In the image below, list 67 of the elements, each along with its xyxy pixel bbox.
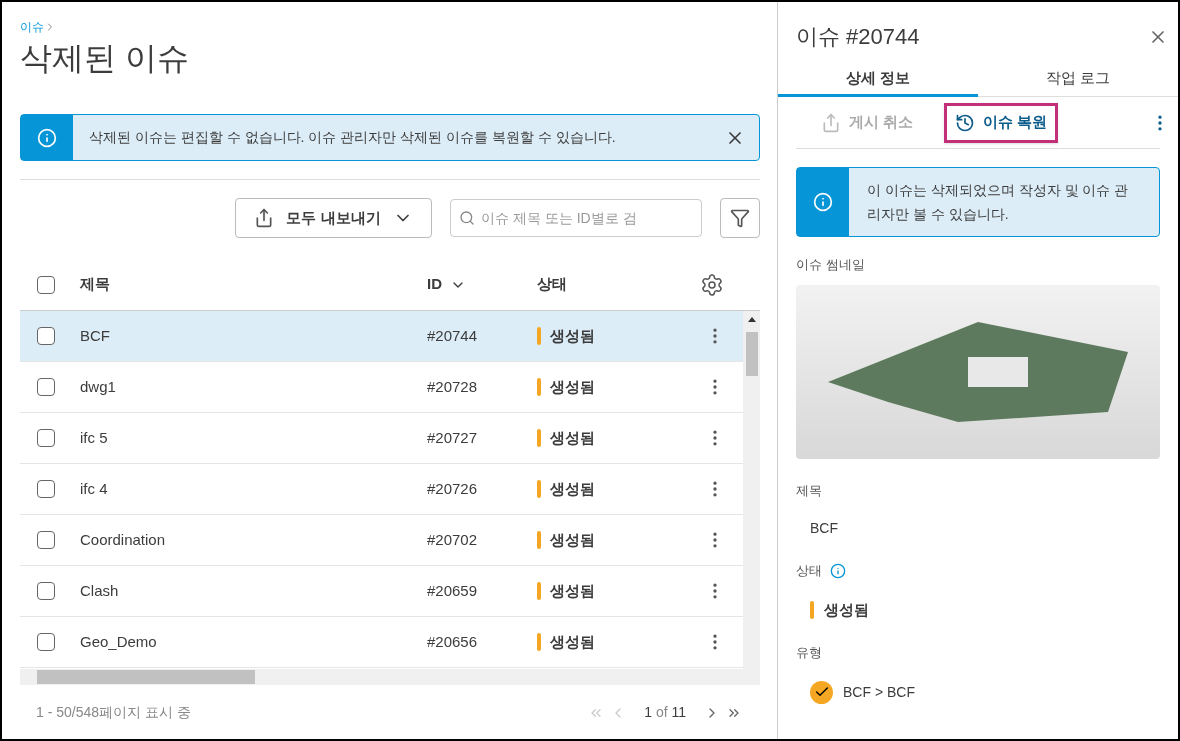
field-label: 상태 (796, 562, 822, 580)
field-value: 생성됨 (824, 599, 869, 620)
scrollbar-thumb[interactable] (37, 670, 255, 684)
info-message: 삭제된 이슈는 편집할 수 없습니다. 이슈 관리자만 삭제된 이슈를 복원할 수 있습니다. (88, 128, 617, 147)
table-cell-text: BCF (80, 325, 111, 346)
table-cell-text: Geo_Demo (80, 631, 158, 652)
export-all-button[interactable]: 모두 내보내기 (235, 198, 432, 238)
row-checkbox[interactable] (37, 429, 55, 447)
row-checkbox[interactable] (37, 633, 55, 651)
filter-button[interactable] (720, 198, 760, 238)
info-icon[interactable] (830, 562, 846, 579)
status-label: 생성됨 (550, 529, 595, 550)
status-label: 생성됨 (550, 580, 595, 601)
field-value: BCF > BCF (843, 682, 915, 702)
table-cell-text: #20728 (427, 376, 479, 397)
page-summary: 1 - 50/548페이지 표시 중 (35, 703, 191, 722)
row-checkbox[interactable] (37, 531, 55, 549)
breadcrumb-link[interactable]: 이슈 (20, 18, 44, 36)
page-title: 삭제된 이슈 (20, 39, 190, 78)
field-value: BCF (810, 519, 838, 538)
field-label: 유형 (796, 644, 822, 662)
header-checkbox[interactable] (37, 275, 55, 294)
table-cell-text: #20726 (427, 478, 479, 499)
row-checkbox[interactable] (37, 378, 55, 396)
status-label: 생성됨 (550, 478, 595, 499)
vertical-scrollbar[interactable] (743, 311, 760, 669)
panel-title: 이슈 #20744 (796, 23, 920, 51)
table-cell-text: #20727 (427, 427, 479, 448)
status-label: 생성됨 (550, 325, 595, 346)
tab[interactable]: 작업 로그 (978, 63, 1178, 97)
table-cell-text: #20659 (427, 580, 479, 601)
scroll-up-arrow-icon[interactable] (747, 317, 756, 322)
table-cell-text: ifc 4 (80, 478, 109, 499)
column-header[interactable]: ID (427, 273, 466, 296)
column-header[interactable]: 제목 (80, 273, 110, 296)
filter-icon (730, 208, 750, 228)
status-label: 생성됨 (550, 427, 595, 448)
info-icon (813, 192, 833, 212)
settings-icon[interactable] (700, 272, 724, 297)
column-header[interactable]: 상태 (537, 273, 567, 296)
search-icon (459, 210, 475, 226)
table-cell-text: ifc 5 (80, 427, 109, 448)
info-icon (37, 127, 57, 148)
table-cell-text: #20702 (427, 529, 479, 550)
table-row[interactable]: BCF #20744 생성됨 (20, 311, 743, 362)
horizontal-scrollbar[interactable] (20, 669, 760, 685)
field-label: 제목 (796, 481, 822, 500)
table-cell-text: Coordination (80, 529, 167, 550)
status-label: 생성됨 (550, 631, 595, 652)
scrollbar-thumb[interactable] (745, 332, 758, 376)
status-label: 생성됨 (550, 376, 595, 397)
thumbnail-label: 이슈 썸네일 (796, 256, 866, 274)
restore-button[interactable]: 이슈 복원 (944, 102, 1059, 143)
row-checkbox[interactable] (37, 327, 55, 345)
tab[interactable]: 상세 정보 (778, 63, 978, 97)
info-message: 이 이슈는 삭제되었으며 작성자 및 이슈 관리자만 볼 수 있습니다. (866, 181, 1130, 224)
row-checkbox[interactable] (37, 582, 55, 600)
table-cell-text: #20656 (427, 631, 479, 652)
table-cell-text: dwg1 (80, 376, 117, 397)
table-cell-text: Clash (80, 580, 120, 601)
page-indicator: 1 of 11 (644, 703, 686, 722)
search-field[interactable]: 이슈 제목 또는 ID별로 검 (450, 199, 702, 237)
share-icon (821, 112, 841, 133)
table-cell-text: #20744 (427, 325, 479, 346)
share-icon (254, 208, 275, 228)
row-checkbox[interactable] (37, 480, 55, 498)
history-icon (955, 112, 976, 133)
